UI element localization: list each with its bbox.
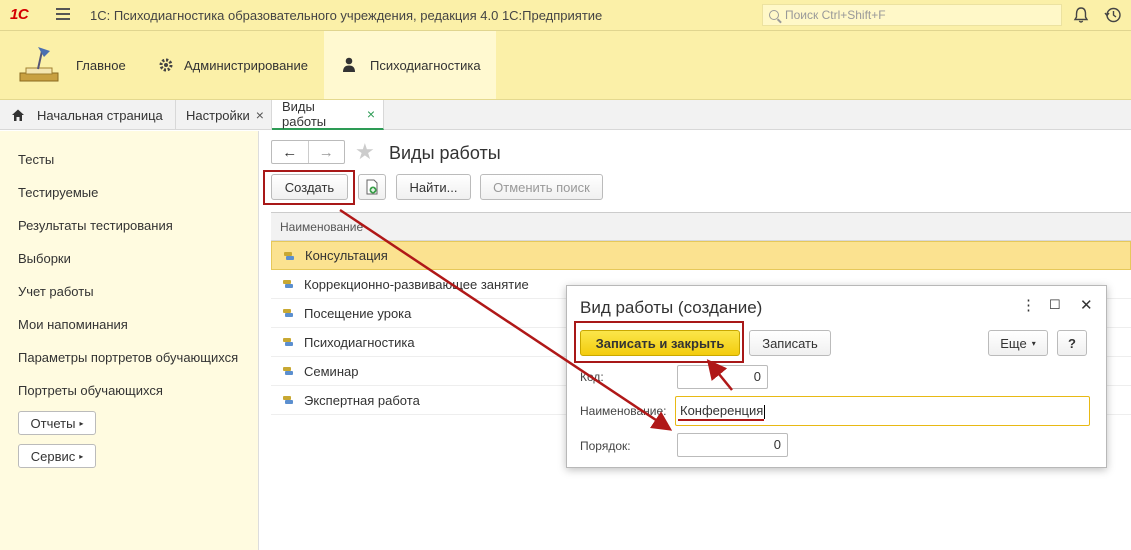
person-icon xyxy=(343,57,355,72)
create-work-type-dialog: Вид работы (создание) ⋮ ☐ ✕ Записать и з… xyxy=(566,285,1107,468)
sidebar-item-reminders[interactable]: Мои напоминания xyxy=(18,317,128,332)
reports-button-label: Отчеты xyxy=(30,415,76,431)
column-header-name[interactable]: Наименование xyxy=(271,213,1131,241)
sidebar: Тесты Тестируемые Результаты тестировани… xyxy=(0,131,259,550)
reports-button[interactable]: Отчеты ▸ xyxy=(18,411,96,435)
name-field-value: Конференция xyxy=(680,403,764,418)
gear-icon xyxy=(159,58,173,72)
find-button[interactable]: Найти... xyxy=(396,174,471,200)
code-label: Код: xyxy=(580,370,604,384)
row-label: Психодиагностика xyxy=(304,334,415,350)
more-button[interactable]: Еще ▾ xyxy=(988,330,1048,356)
copy-document-button[interactable] xyxy=(358,174,386,200)
more-button-label: Еще xyxy=(1000,335,1027,351)
catalog-item-icon xyxy=(283,279,295,289)
search-placeholder: Поиск Ctrl+Shift+F xyxy=(785,8,886,22)
search-icon xyxy=(769,10,779,20)
sidebar-item-samples[interactable]: Выборки xyxy=(18,251,71,266)
nav-buttons: ← → xyxy=(271,140,345,164)
history-icon[interactable] xyxy=(1104,6,1122,24)
dialog-title: Вид работы (создание) xyxy=(580,298,763,317)
page-title: Виды работы xyxy=(389,143,501,163)
triangle-right-icon: ▸ xyxy=(79,418,84,428)
app-logo[interactable]: 1С xyxy=(10,6,29,23)
name-label: Наименование: xyxy=(580,404,667,418)
document-add-icon xyxy=(366,179,378,195)
order-field[interactable]: 0 xyxy=(677,433,788,457)
row-label: Экспертная работа xyxy=(304,392,420,408)
triangle-right-icon: ▸ xyxy=(79,451,84,461)
name-field[interactable]: Конференция xyxy=(675,396,1090,426)
dropdown-arrow-icon: ▾ xyxy=(1031,338,1036,348)
section-main[interactable]: Главное xyxy=(12,31,142,99)
table-row[interactable]: Консультация xyxy=(271,241,1131,270)
catalog-item-icon xyxy=(283,308,295,318)
tab-settings-label: Настройки xyxy=(186,107,250,123)
more-actions-icon[interactable]: ⋮ xyxy=(1021,296,1036,314)
sidebar-item-portrait-params[interactable]: Параметры портретов обучающихся xyxy=(18,350,238,365)
tab-bar: Начальная страница Настройки × Виды рабо… xyxy=(0,99,1131,130)
back-arrow-icon[interactable]: ← xyxy=(272,141,308,163)
section-admin-label: Администрирование xyxy=(184,57,308,73)
save-button[interactable]: Записать xyxy=(749,330,831,356)
tab-work-types[interactable]: Виды работы × xyxy=(272,99,384,130)
section-admin[interactable]: Администрирование xyxy=(158,31,318,99)
sidebar-item-work-log[interactable]: Учет работы xyxy=(18,284,94,299)
title-bar: 1С 1С: Психодиагностика образовательного… xyxy=(0,0,1131,31)
sidebar-item-subjects[interactable]: Тестируемые xyxy=(18,185,98,200)
help-button[interactable]: ? xyxy=(1057,330,1087,356)
row-label: Консультация xyxy=(305,248,388,263)
text-cursor xyxy=(764,404,766,419)
search-input[interactable]: Поиск Ctrl+Shift+F xyxy=(762,4,1062,26)
menu-icon[interactable] xyxy=(56,8,70,21)
close-icon[interactable]: × xyxy=(367,106,375,122)
section-panel: Главное Администрирование Психодиагности… xyxy=(0,31,1131,100)
bell-icon[interactable] xyxy=(1072,6,1090,24)
cancel-search-button[interactable]: Отменить поиск xyxy=(480,174,603,200)
create-button[interactable]: Создать xyxy=(271,174,348,200)
close-icon[interactable]: × xyxy=(256,107,264,123)
tab-home-label: Начальная страница xyxy=(37,107,163,123)
catalog-item-icon xyxy=(283,366,295,376)
order-label: Порядок: xyxy=(580,439,631,453)
sidebar-item-tests[interactable]: Тесты xyxy=(18,152,54,167)
tab-work-types-label: Виды работы xyxy=(282,99,327,129)
code-field[interactable]: 0 xyxy=(677,365,768,389)
row-label: Семинар xyxy=(304,363,359,379)
close-icon[interactable]: ✕ xyxy=(1080,296,1093,314)
catalog-item-icon xyxy=(284,251,296,261)
section-psychodiagnostics[interactable]: Психодиагностика xyxy=(324,31,496,99)
catalog-item-icon xyxy=(283,337,295,347)
section-main-label: Главное xyxy=(76,57,126,73)
forward-arrow-icon[interactable]: → xyxy=(307,141,345,163)
desk-lamp-icon xyxy=(19,47,59,82)
tab-home[interactable]: Начальная страница xyxy=(0,100,176,130)
catalog-item-icon xyxy=(283,395,295,405)
service-button-label: Сервис xyxy=(30,448,76,464)
star-icon[interactable]: ★ xyxy=(355,141,375,163)
save-and-close-button[interactable]: Записать и закрыть xyxy=(580,330,740,356)
service-button[interactable]: Сервис ▸ xyxy=(18,444,96,468)
sidebar-item-portraits[interactable]: Портреты обучающихся xyxy=(18,383,163,398)
section-psychodiagnostics-label: Психодиагностика xyxy=(370,57,481,73)
app-title: 1С: Психодиагностика образовательного уч… xyxy=(90,8,603,23)
maximize-icon[interactable]: ☐ xyxy=(1049,297,1061,313)
row-label: Коррекционно-развивающее занятие xyxy=(304,276,529,292)
sidebar-item-results[interactable]: Результаты тестирования xyxy=(18,218,173,233)
tab-settings[interactable]: Настройки × xyxy=(176,100,272,130)
row-label: Посещение урока xyxy=(304,305,412,321)
home-icon xyxy=(12,109,24,121)
